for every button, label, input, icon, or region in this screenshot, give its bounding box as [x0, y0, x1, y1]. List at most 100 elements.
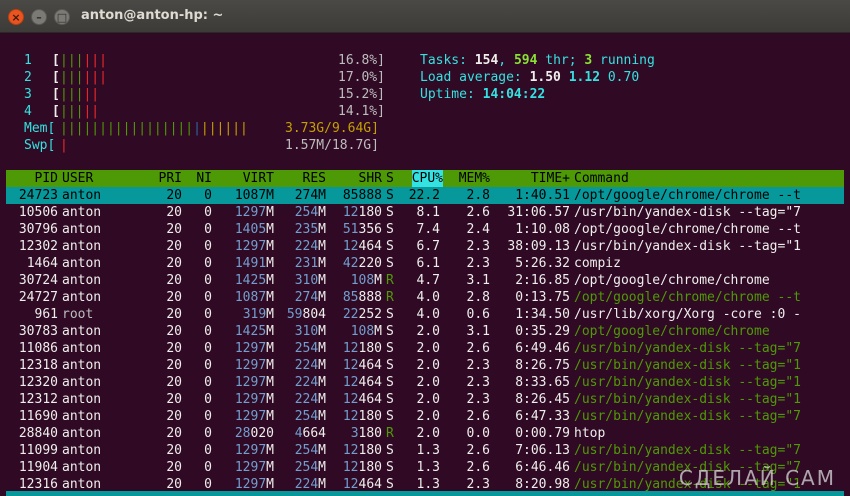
- process-row[interactable]: 1464 anton 20 0 1491M 231M 42220 S 6.1 2.3 5:26.32…: [6, 255, 844, 272]
- cell-user: anton: [62, 205, 102, 220]
- cell-virt: 319M: [243, 306, 274, 323]
- mem-bar-cache: ||||||: [200, 121, 248, 136]
- process-row[interactable]: 12320 anton 20 0 1297M 224M 12464 S 2.0 2.3 8:33.6…: [6, 374, 844, 391]
- swp-value: 1.57M/18.7G]: [285, 138, 379, 153]
- cell-virt: 1297M: [235, 408, 274, 425]
- process-row[interactable]: 12312 anton 20 0 1297M 224M 12464 S 2.0 2.3 8:26.4…: [6, 391, 844, 408]
- cpu-label: 4: [24, 104, 32, 119]
- cell-time: 0:35.29: [515, 324, 570, 339]
- cpu-value: 17.0%]: [338, 70, 385, 85]
- cell-units: 180: [358, 460, 382, 475]
- process-row[interactable]: 12302 anton 20 0 1297M 224M 12464 S 6.7 2.3 38:09.…: [6, 238, 844, 255]
- cell-cmd: /opt/google/chrome/chrome: [574, 273, 770, 288]
- cell-number: 1297: [234, 358, 267, 373]
- process-row[interactable]: 10506 anton 20 0 1297M 254M 12180 S 8.1 2.6 31:06.…: [6, 204, 844, 221]
- cell-units: 180: [358, 409, 382, 424]
- cell-res: 274M: [295, 289, 326, 306]
- cell-s: S: [386, 392, 394, 407]
- cell-number: 254: [294, 205, 319, 220]
- cell-units: 464: [358, 358, 382, 373]
- process-row[interactable]: 11690 anton 20 0 1297M 254M 12180 S 2.0 2.6 6:47.3…: [6, 408, 844, 425]
- cell-res: 310M: [295, 323, 326, 340]
- load-line: Load average: 1.50 1.12 0.70: [420, 69, 639, 86]
- cpu-bar: ||||||: [60, 69, 107, 86]
- cell-cmd: /usr/bin/yandex-disk --tag="1: [574, 375, 801, 390]
- cell-ni: 0: [204, 307, 212, 322]
- cell-pid: 24723: [18, 188, 58, 203]
- cell-unit: M: [318, 239, 326, 254]
- cell-ni: 0: [204, 188, 212, 203]
- cell-time: 8:26.75: [515, 358, 570, 373]
- cell-time: 1:34.50: [515, 307, 570, 322]
- cpu-bracket-open: [: [52, 53, 60, 68]
- cell-time: 38:09.13: [507, 239, 570, 254]
- cell-pid: 12320: [18, 375, 58, 390]
- cell-shr: 85888: [343, 289, 382, 306]
- cell-virt: 1425M: [235, 323, 274, 340]
- cell-res: 274M: [294, 188, 326, 203]
- process-row[interactable]: 961 root 20 0 319M 59804 22252 S 4.0 0.6 1:34.50/u…: [6, 306, 844, 323]
- cell-thousands: 12: [342, 239, 359, 254]
- cell-pri: 20: [166, 341, 182, 356]
- cell-mem: 3.1: [466, 273, 490, 288]
- process-row[interactable]: 30724 anton 20 0 1425M 310M 108M R 4.7 3.1 2:16.85…: [6, 272, 844, 289]
- cell-time: 6:47.33: [515, 409, 570, 424]
- title-bar[interactable]: × – □ anton@anton-hp: ~: [0, 0, 850, 33]
- cell-units: 464: [358, 477, 382, 492]
- cell-number: 1297: [234, 239, 267, 254]
- cell-mem: 2.6: [466, 409, 490, 424]
- cell-cpu: 7.4: [416, 222, 440, 237]
- process-row[interactable]: 24723 anton 20 0 1087M 274M 85888 S 22.2 2.8 1:40.…: [6, 187, 844, 204]
- cell-mem: 0.0: [466, 426, 490, 441]
- cell-pid: 11086: [18, 341, 58, 356]
- cell-units: 664: [302, 426, 326, 441]
- cell-cpu: 4.0: [416, 290, 440, 305]
- cell-res: 235M: [295, 221, 326, 238]
- cell-time: 5:26.32: [515, 256, 570, 271]
- cell-cpu: 2.0: [416, 341, 440, 356]
- cell-pri: 20: [166, 290, 182, 305]
- cell-cmd: /usr/bin/yandex-disk --tag="1: [574, 239, 801, 254]
- cell-s: R: [386, 290, 394, 305]
- cell-user: anton: [62, 188, 102, 203]
- uptime-label: Uptime:: [420, 87, 483, 102]
- process-row[interactable]: 11086 anton 20 0 1297M 254M 12180 S 2.0 2.6 6:49.4…: [6, 340, 844, 357]
- cell-number: 319: [242, 307, 267, 322]
- terminal-area[interactable]: 1[|||||| 16.8%] 2[|||||| 17.0%] 3[||||| 15.2%…: [0, 34, 850, 496]
- cell-number: 254: [294, 443, 319, 458]
- cell-unit: M: [318, 358, 326, 373]
- cell-mem: 0.6: [466, 307, 490, 322]
- cell-units: 220: [358, 256, 382, 271]
- cell-time: 1:10.08: [515, 222, 570, 237]
- cell-cmd: /opt/google/chrome/chrome --t: [574, 188, 801, 203]
- cell-shr: 12180: [343, 442, 382, 459]
- minimize-icon[interactable]: –: [31, 9, 47, 25]
- cell-thousands: 12: [342, 460, 359, 475]
- cell-unit: M: [266, 341, 274, 356]
- cell-user: anton: [62, 273, 102, 288]
- function-key-bar[interactable]: [6, 491, 844, 496]
- cell-shr: 12180: [343, 408, 382, 425]
- cell-res: 254M: [295, 442, 326, 459]
- cell-virt: 1087M: [234, 188, 274, 203]
- terminal-window: × – □ anton@anton-hp: ~ 1[|||||| 16.8%] 2[…: [0, 0, 850, 496]
- cell-number: 254: [294, 409, 319, 424]
- cell-cmd: /usr/bin/yandex-disk --tag="7: [574, 341, 801, 356]
- cell-number: 1297: [234, 443, 267, 458]
- process-row[interactable]: 11099 anton 20 0 1297M 254M 12180 S 1.3 2.6 7:06.1…: [6, 442, 844, 459]
- close-icon[interactable]: ×: [8, 9, 24, 25]
- cpu-label: 3: [24, 87, 32, 102]
- process-row[interactable]: 24727 anton 20 0 1087M 274M 85888 R 4.0 2.8 0:13.7…: [6, 289, 844, 306]
- process-row[interactable]: 30783 anton 20 0 1425M 310M 108M S 2.0 3.1 0:35.29…: [6, 323, 844, 340]
- cpu-bar: |||||: [60, 103, 99, 120]
- cell-units: 180: [358, 426, 382, 441]
- cell-cmd: /usr/bin/yandex-disk --tag="7: [574, 205, 801, 220]
- process-row[interactable]: 30796 anton 20 0 1405M 235M 51356 S 7.4 2.4 1:10.0…: [6, 221, 844, 238]
- maximize-icon[interactable]: □: [54, 9, 70, 25]
- cell-s: S: [386, 375, 394, 390]
- cell-thousands: 12: [342, 443, 359, 458]
- cell-cpu: 2.0: [416, 426, 440, 441]
- cell-pri: 20: [166, 273, 182, 288]
- process-row[interactable]: 28840 anton 20 0 28020 4664 3180 R 2.0 0.0 0:00.79…: [6, 425, 844, 442]
- process-row[interactable]: 12318 anton 20 0 1297M 224M 12464 S 2.0 2.3 8:26.7…: [6, 357, 844, 374]
